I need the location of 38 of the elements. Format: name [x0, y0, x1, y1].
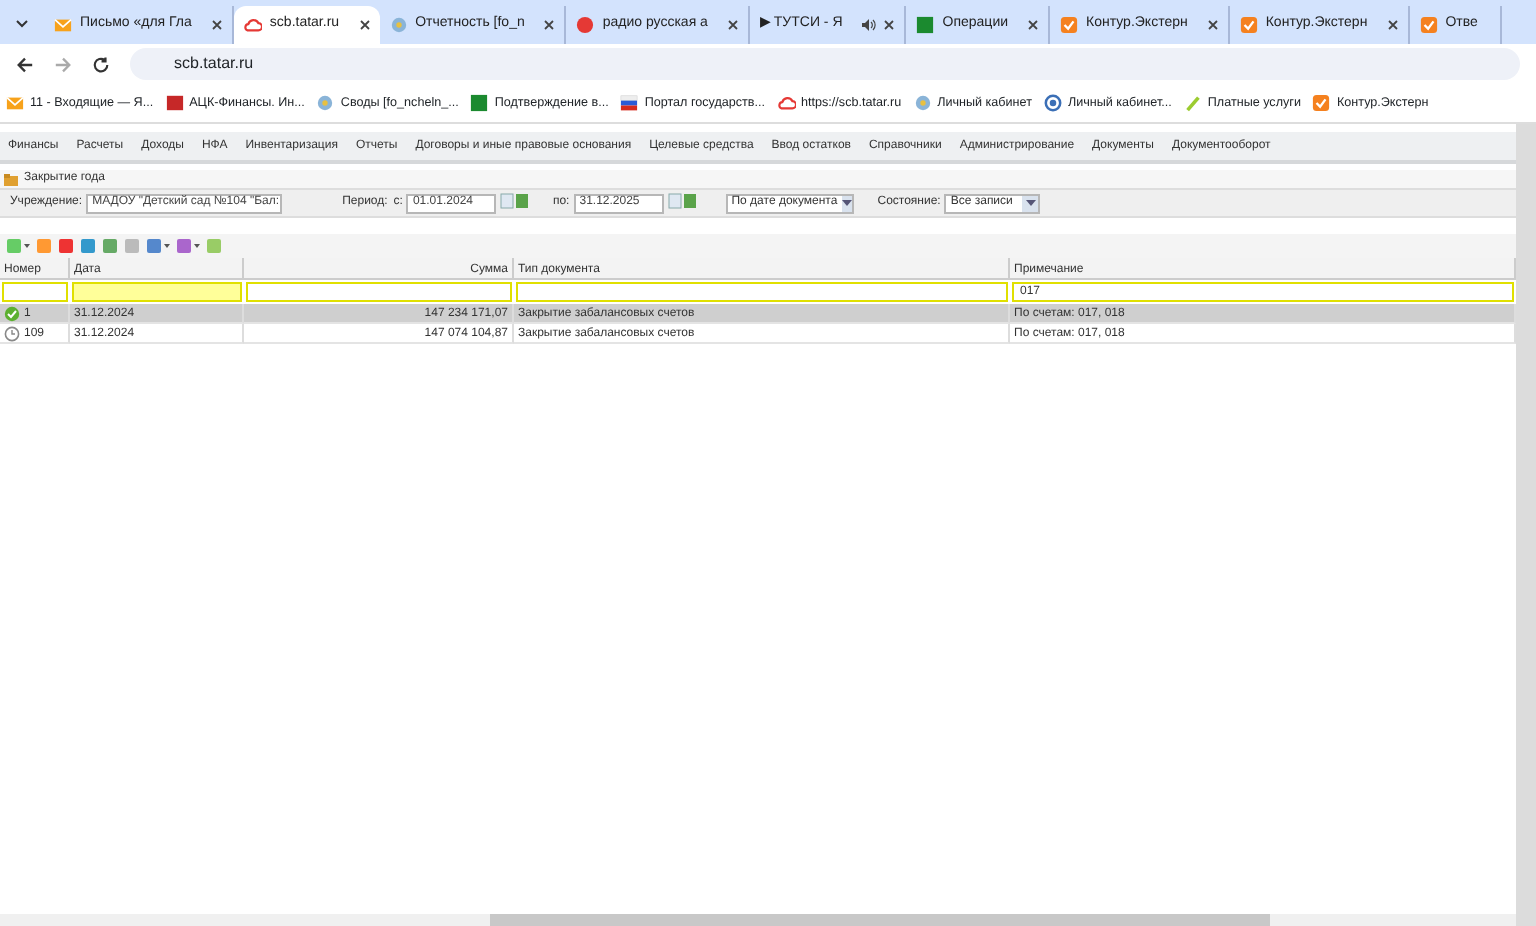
close-icon[interactable] [1028, 20, 1039, 30]
cloud-icon [243, 16, 262, 34]
envelope-icon [6, 94, 24, 112]
close-icon[interactable] [727, 20, 738, 30]
close-icon[interactable] [1207, 20, 1218, 30]
back-icon[interactable] [16, 55, 34, 73]
close-icon[interactable] [884, 20, 895, 30]
square-icon [470, 94, 489, 112]
close-icon[interactable] [211, 20, 222, 30]
calendar-icon[interactable] [500, 192, 529, 214]
address-field[interactable]: scb.tatar.ru [130, 48, 1520, 80]
tab-list-caret-icon[interactable] [16, 20, 28, 28]
check-icon [1239, 16, 1258, 34]
speaker-icon[interactable] [862, 18, 877, 32]
folder-icon [4, 173, 18, 185]
square-icon [165, 94, 184, 112]
square-icon [916, 16, 935, 34]
pen-icon [1183, 94, 1202, 112]
caret-icon [841, 195, 852, 211]
filter-field[interactable] [72, 282, 242, 302]
close-icon[interactable] [544, 20, 555, 30]
cloud-icon [777, 94, 796, 112]
reload-icon[interactable] [92, 55, 110, 73]
caret-icon [1022, 195, 1039, 211]
envelope-icon [54, 16, 72, 34]
check-icon [1312, 94, 1331, 112]
circle-icon [576, 16, 595, 34]
horizontal-scrollbar-thumb[interactable] [490, 914, 1270, 926]
flag-icon [620, 94, 639, 112]
filter-field[interactable] [246, 282, 512, 302]
calendar-icon[interactable] [667, 192, 696, 214]
vertical-scrollbar[interactable] [1516, 124, 1536, 926]
check-icon [1419, 16, 1438, 34]
close-icon[interactable] [359, 20, 370, 30]
filter-field[interactable] [2, 282, 68, 302]
check-icon [1060, 16, 1079, 34]
close-icon[interactable] [1387, 20, 1398, 30]
filter-field[interactable] [516, 282, 1008, 302]
